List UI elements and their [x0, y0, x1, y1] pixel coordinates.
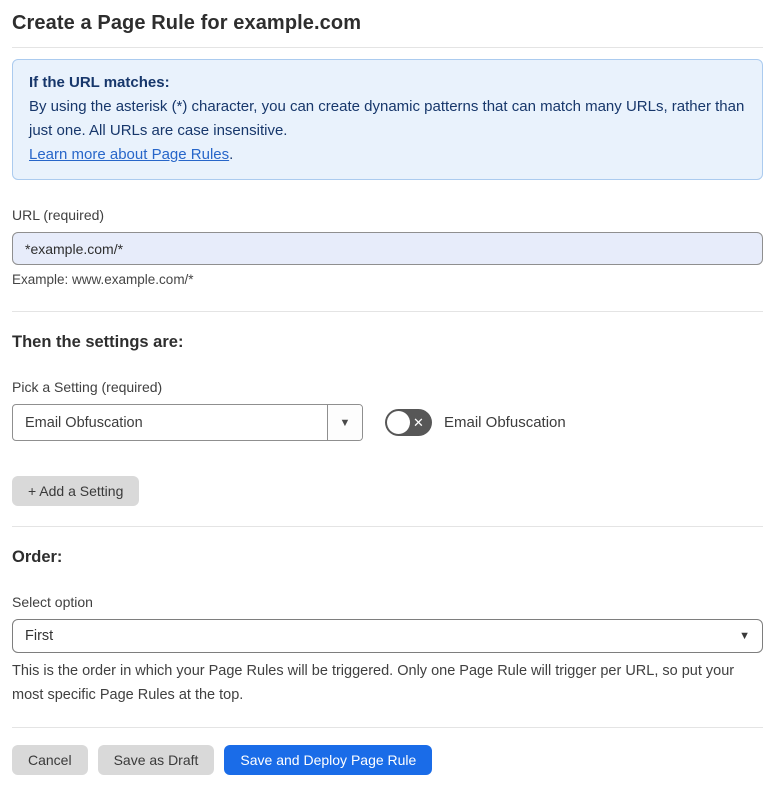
url-field-label: URL (required) [12, 207, 105, 223]
order-hint-text: This is the order in which your Page Rul… [12, 663, 735, 703]
order-select[interactable]: First ▼ [12, 619, 763, 653]
url-input[interactable] [12, 232, 763, 265]
pick-setting-label: Pick a Setting (required) [12, 379, 163, 395]
settings-section-heading: Then the settings are: [12, 333, 184, 351]
order-select-label: Select option [12, 594, 93, 610]
save-draft-button[interactable]: Save as Draft [97, 745, 215, 775]
create-page-rule-form: Create a Page Rule for example.com If th… [0, 0, 775, 795]
footer-divider [12, 727, 763, 728]
add-setting-button[interactable]: + Add a Setting [12, 476, 140, 506]
cancel-button[interactable]: Cancel [12, 745, 88, 775]
toggle-knob [387, 411, 410, 434]
section-divider-2 [12, 526, 763, 527]
order-section-heading: Order: [12, 548, 63, 566]
footer-actions: Cancel Save as Draft Save and Deploy Pag… [12, 745, 763, 775]
section-divider-1 [12, 311, 763, 312]
url-matches-info-box: If the URL matches: By using the asteris… [12, 59, 763, 180]
link-suffix: . [229, 146, 234, 163]
info-box-link-line: Learn more about Page Rules. [29, 143, 746, 167]
url-example-hint: Example: www.example.com/* [12, 272, 194, 287]
info-box-heading: If the URL matches: [29, 74, 170, 91]
save-deploy-button[interactable]: Save and Deploy Page Rule [224, 745, 433, 775]
email-obfuscation-toggle[interactable]: ✕ [385, 409, 432, 436]
chevron-down-icon: ▼ [739, 630, 750, 642]
info-box-body: By using the asterisk (*) character, you… [29, 98, 745, 139]
toggle-off-x-icon: ✕ [413, 415, 424, 430]
order-select-value: First [25, 628, 54, 644]
title-divider [12, 47, 763, 48]
learn-more-link[interactable]: Learn more about Page Rules [29, 146, 229, 163]
page-title: Create a Page Rule for example.com [12, 12, 362, 34]
setting-picker-row: Email Obfuscation ▼ ✕ Email Obfuscation [12, 404, 763, 441]
chevron-down-icon[interactable]: ▼ [327, 405, 362, 440]
toggle-label: Email Obfuscation [444, 414, 566, 431]
setting-select-value: Email Obfuscation [25, 414, 143, 431]
setting-select[interactable]: Email Obfuscation ▼ [12, 404, 363, 441]
